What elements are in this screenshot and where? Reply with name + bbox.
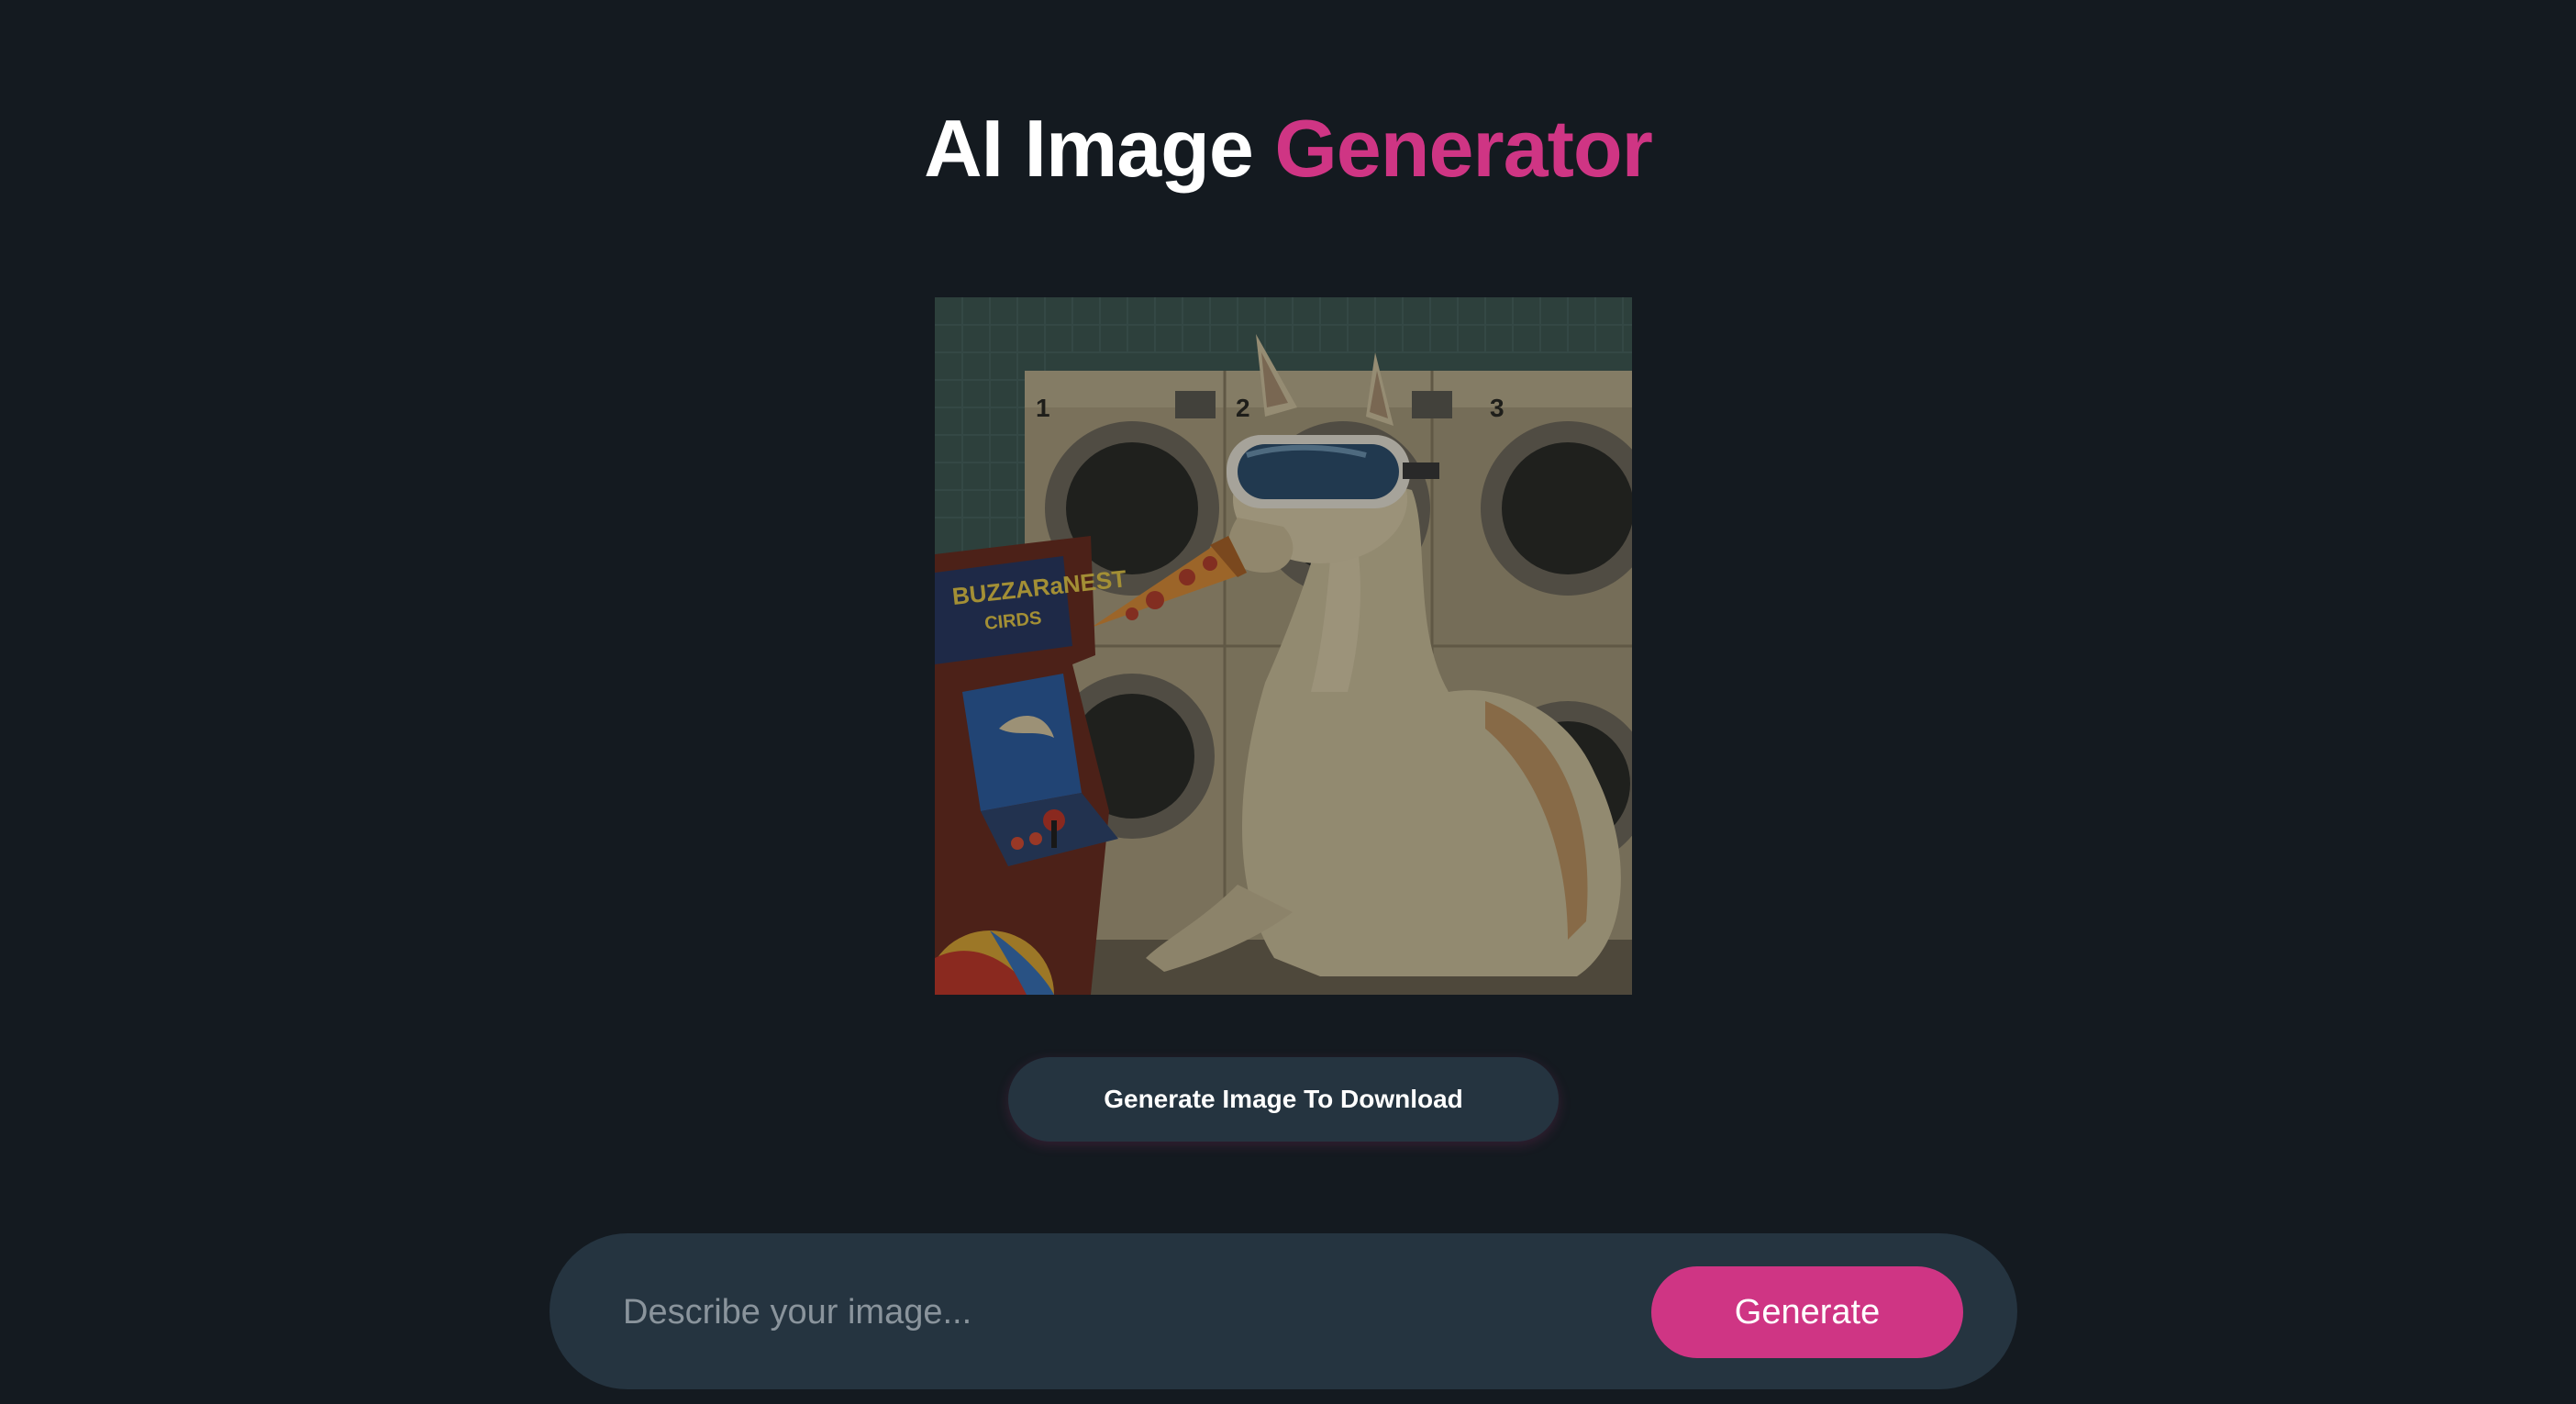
title-accent: Generator — [1274, 103, 1653, 194]
title-main: AI Image — [924, 103, 1254, 194]
generate-button[interactable]: Generate — [1651, 1266, 1963, 1358]
generate-download-button[interactable]: Generate Image To Download — [1008, 1057, 1559, 1142]
prompt-bar: Generate — [550, 1233, 2017, 1389]
prompt-input[interactable] — [621, 1270, 1542, 1354]
page-title: AI Image Generator — [0, 99, 2576, 198]
generated-image: 1 2 3 BUZZARaNEST CIRDS — [935, 297, 1632, 995]
generated-image-illustration: 1 2 3 BUZZARaNEST CIRDS — [935, 297, 1632, 995]
app-page: AI Image Generator 1 2 3 BUZZARaNEST CIR… — [0, 0, 2576, 1404]
